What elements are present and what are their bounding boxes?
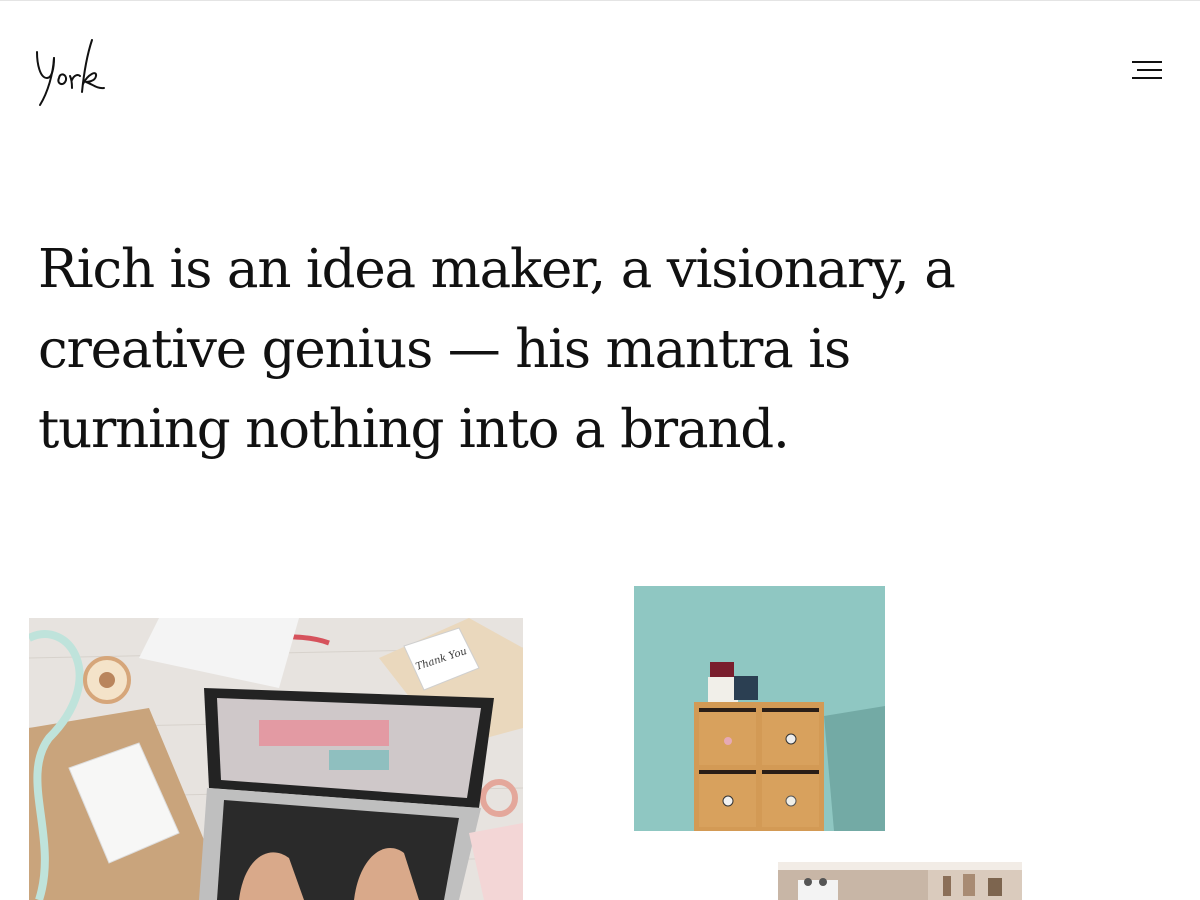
header-divider <box>0 0 1200 1</box>
menu-button[interactable] <box>1128 56 1168 86</box>
kitchen-shelf-photo[interactable] <box>778 862 1022 900</box>
hero-headline: Rich is an idea maker, a visionary, a cr… <box>38 239 956 460</box>
wooden-cabinet-photo[interactable] <box>634 586 885 831</box>
york-signature-logo <box>36 39 105 106</box>
site-logo[interactable] <box>34 34 114 110</box>
laptop-desk-photo[interactable]: Thank You <box>29 618 523 900</box>
